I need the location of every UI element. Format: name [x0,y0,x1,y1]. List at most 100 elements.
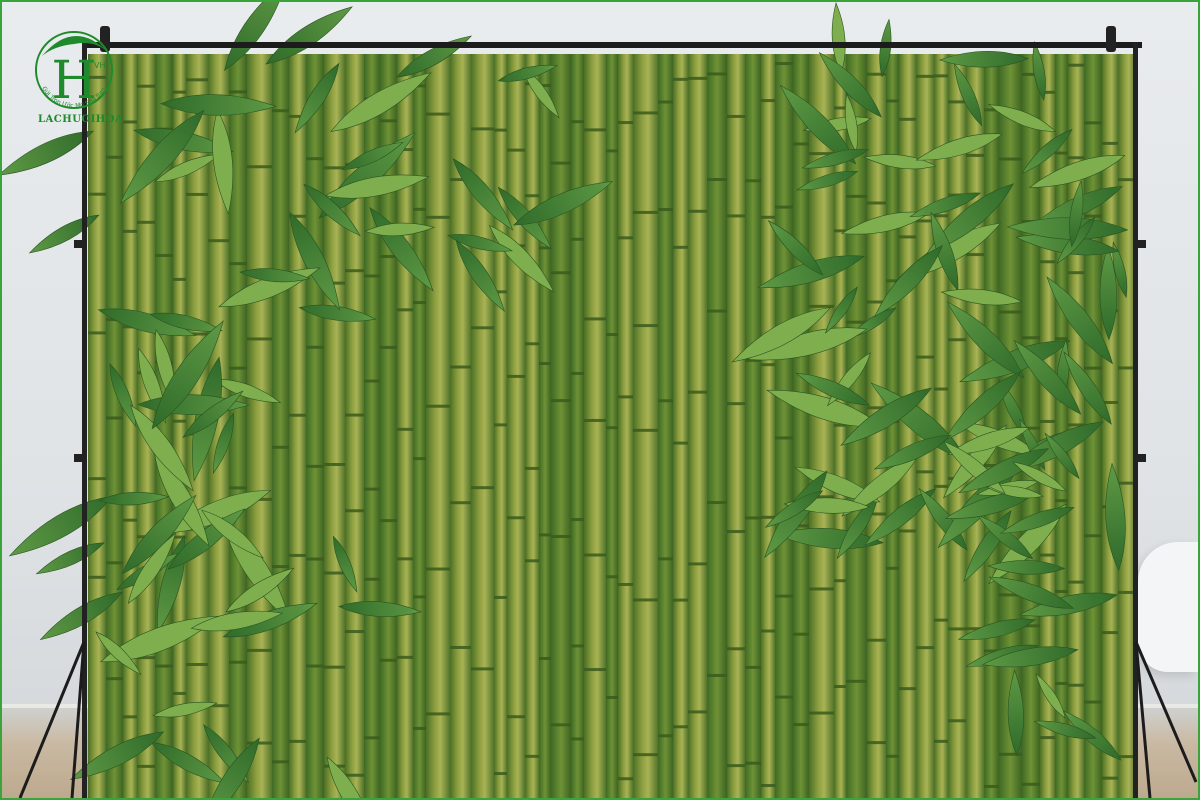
bamboo-node [673,598,688,602]
bamboo-node [886,566,899,570]
bamboo-node [571,737,584,741]
bamboo-node [173,691,186,695]
bamboo-node [1102,631,1118,635]
bamboo-node [88,477,106,481]
bamboo-node [571,518,584,522]
bamboo-node [247,648,272,652]
bamboo-stalk [745,54,761,798]
bamboo-node [761,215,775,219]
bamboo-stalk [324,54,345,798]
bamboo-node [934,618,948,622]
bamboo-node [380,119,397,123]
bamboo-stalk [584,54,606,798]
bamboo-node [775,594,793,598]
bamboo-node [606,575,618,579]
bamboo-node [525,559,539,563]
bamboo-node [272,109,289,113]
bamboo-node [306,464,324,468]
bamboo-node [247,741,272,745]
bamboo-node [1022,336,1040,340]
bamboo-node [364,274,380,278]
bamboo-node [916,646,934,650]
bamboo-node [688,562,707,566]
bamboo-node [173,90,186,94]
bamboo-node [688,209,707,213]
bamboo-node [380,345,397,349]
bamboo-node [397,308,413,312]
bamboo-node [426,215,450,219]
bamboo-stalk [761,54,775,798]
bamboo-stalk [775,54,793,798]
bamboo-node [471,667,494,671]
bamboo-node [551,723,571,727]
bamboo-node [525,466,539,470]
bamboo-node [707,501,727,505]
bamboo-node [867,201,886,205]
bamboo-node [658,557,673,561]
bamboo-node [1084,534,1102,538]
photo-frame: H VH Gửi Trọn Ước Mơ Nhà Bạn LACHUOIHOA [0,0,1200,800]
bamboo-stalk [571,54,584,798]
bamboo-node [289,553,306,557]
bamboo-node [584,668,606,672]
bamboo-node [229,660,247,664]
bamboo-node [272,565,289,569]
bamboo-node [1022,782,1040,786]
bamboo-node [551,161,571,165]
bamboo-node [551,399,571,403]
bamboo-node [809,587,834,591]
bamboo-node [1084,366,1102,370]
bamboo-stalk [426,54,450,798]
bamboo-stalk [397,54,413,798]
bamboo-stalk [289,54,306,798]
bamboo-node [571,237,584,241]
logo-small-mark: VH [94,61,106,70]
bamboo-node [727,647,745,651]
bamboo-node [707,309,727,313]
bamboo-node [571,371,584,375]
bamboo-node [123,518,137,522]
bamboo-node [793,142,809,146]
bamboo-node [413,595,426,599]
bamboo-node [633,753,658,757]
bamboo-node [1055,589,1068,593]
brand-logo: H VH Gửi Trọn Ước Mơ Nhà Bạn [24,18,124,128]
bamboo-node [1102,141,1118,145]
bamboo-node [633,428,658,432]
bamboo-node [106,677,123,681]
bamboo-node [707,178,727,182]
brand-name: LACHUOIHOA [38,114,124,125]
bamboo-node [426,404,450,408]
bamboo-node [494,772,507,776]
bamboo-node [633,324,658,328]
bamboo-node [846,194,867,198]
bamboo-node [123,715,137,719]
bamboo-node [397,427,413,431]
bamboo-node [88,192,106,196]
bamboo-node [948,719,966,723]
bamboo-node [507,715,525,719]
bamboo-node [1084,121,1102,125]
bamboo-node [494,595,507,599]
bamboo-node [106,561,123,565]
bamboo-node [137,220,155,224]
bamboo-stalk [606,54,618,798]
bamboo-node [1040,736,1055,740]
bamboo-node [525,754,539,758]
bamboo-node [450,365,471,369]
bamboo-node [673,77,688,81]
bamboo-stalk [633,54,658,798]
bamboo-node [707,72,727,76]
tripod-left [18,641,86,798]
bamboo-stalk [106,54,123,798]
bamboo-node [688,390,707,394]
bamboo-node [345,630,364,634]
bamboo-node [364,487,380,491]
bamboo-node [155,253,173,257]
bamboo-node [658,399,673,403]
bamboo-node [584,128,606,132]
bamboo-node [809,711,834,715]
bamboo-node [507,516,525,520]
bamboo-node [673,725,688,729]
bamboo-node [272,760,289,764]
